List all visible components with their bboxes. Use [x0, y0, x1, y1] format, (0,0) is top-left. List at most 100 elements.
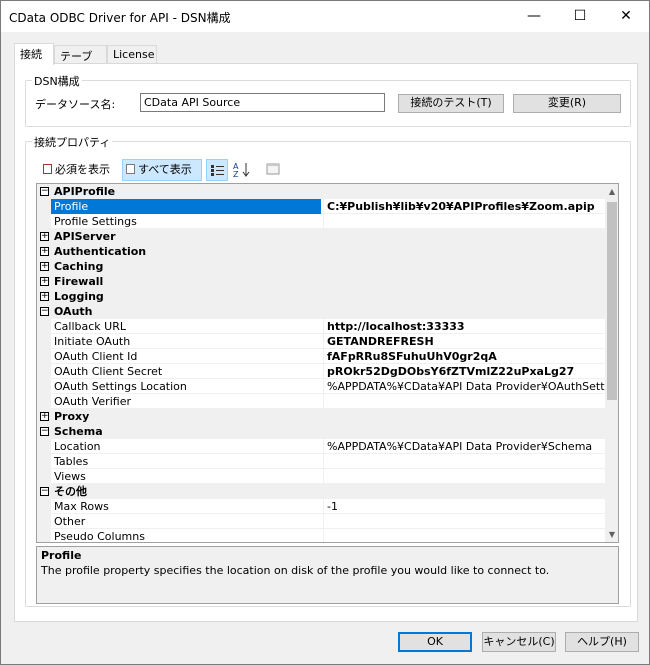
property-name: Callback URL: [54, 320, 126, 333]
help-description: The profile property specifies the locat…: [41, 564, 550, 577]
property-row[interactable]: Initiate OAuth GETANDREFRESH: [37, 334, 606, 349]
expand-icon[interactable]: +: [40, 247, 49, 256]
expand-icon[interactable]: +: [40, 262, 49, 271]
test-connection-button[interactable]: 接続のテスト(T): [398, 94, 504, 113]
show-required-button[interactable]: 必須を表示: [40, 160, 122, 182]
datasource-name-label: データソース名:: [35, 98, 116, 111]
row-gutter: [37, 334, 51, 349]
property-value[interactable]: [323, 529, 606, 542]
property-grid[interactable]: − APIProfile Profile C:¥Publish¥lib¥v20¥API…: [36, 183, 619, 543]
property-value[interactable]: [323, 394, 606, 409]
ok-button[interactable]: OK: [398, 632, 472, 652]
row-gutter: [37, 499, 51, 514]
property-value[interactable]: [323, 214, 606, 229]
expand-icon[interactable]: +: [40, 232, 49, 241]
property-row[interactable]: OAuth Client Secret pROkr52DgDObsY6fZTVml…: [37, 364, 606, 379]
row-gutter: [37, 379, 51, 394]
category-row[interactable]: + Firewall: [37, 274, 606, 289]
property-value[interactable]: %APPDATA%¥CData¥API Data Provider¥Schema: [323, 439, 606, 454]
minimize-button[interactable]: —: [511, 1, 557, 32]
help-button[interactable]: ヘルプ(H): [565, 632, 639, 652]
category-name: その他: [54, 485, 87, 498]
property-grid-scrollbar[interactable]: ▲ ▼: [605, 184, 618, 542]
property-name: Pseudo Columns: [54, 530, 145, 543]
row-gutter: [37, 319, 51, 334]
category-name: Schema: [54, 425, 103, 438]
title-bar: CData ODBC Driver for API - DSN構成 — ☐ ✕: [1, 1, 649, 32]
maximize-button[interactable]: ☐: [557, 1, 603, 32]
property-row[interactable]: Callback URL http://localhost:33333: [37, 319, 606, 334]
property-value[interactable]: %APPDATA%¥CData¥API Data Provider¥OAuthS…: [323, 379, 606, 394]
scrollbar-thumb[interactable]: [607, 202, 617, 400]
tab-license[interactable]: License: [107, 45, 157, 64]
property-row[interactable]: OAuth Client Id fAFpRRu8SFuhuUhV0gr2qA: [37, 349, 606, 364]
expand-icon[interactable]: +: [40, 277, 49, 286]
property-value[interactable]: C:¥Publish¥lib¥v20¥APIProfiles¥Zoom.apip: [323, 199, 606, 214]
collapse-icon[interactable]: −: [40, 487, 49, 496]
row-gutter: [37, 439, 51, 454]
property-name: Max Rows: [54, 500, 109, 513]
scroll-up-icon[interactable]: ▲: [605, 184, 618, 199]
property-pages-icon: [266, 163, 280, 175]
property-help-panel: Profile The profile property specifies t…: [36, 546, 619, 604]
property-row[interactable]: OAuth Verifier: [37, 394, 606, 409]
property-row[interactable]: Profile Settings: [37, 214, 606, 229]
help-title: Profile: [41, 549, 82, 562]
close-button[interactable]: ✕: [603, 1, 649, 32]
tab-tables[interactable]: テーブル: [54, 45, 107, 79]
property-name: OAuth Client Id: [54, 350, 138, 363]
cancel-button[interactable]: キャンセル(C): [482, 632, 556, 652]
category-row[interactable]: + Authentication: [37, 244, 606, 259]
property-value[interactable]: [323, 469, 606, 484]
property-name: Views: [54, 470, 86, 483]
show-all-button[interactable]: すべて表示: [122, 159, 202, 181]
property-value[interactable]: pROkr52DgDObsY6fZTVmlZ22uPxaLg27: [323, 364, 606, 379]
category-name: OAuth: [54, 305, 93, 318]
property-value[interactable]: GETANDREFRESH: [323, 334, 606, 349]
scroll-down-icon[interactable]: ▼: [605, 527, 618, 542]
category-row[interactable]: + Proxy: [37, 409, 606, 424]
datasource-name-input[interactable]: CData API Source: [140, 93, 385, 112]
category-name: Firewall: [54, 275, 104, 288]
category-row[interactable]: + Caching: [37, 259, 606, 274]
property-name: OAuth Verifier: [54, 395, 131, 408]
dsn-group-label: DSN構成: [32, 73, 82, 89]
property-value[interactable]: [323, 454, 606, 469]
collapse-icon[interactable]: −: [40, 427, 49, 436]
expand-icon[interactable]: +: [40, 292, 49, 301]
property-name: Profile Settings: [54, 215, 137, 228]
property-row[interactable]: Tables: [37, 454, 606, 469]
tab-connection[interactable]: 接続: [14, 43, 54, 65]
collapse-icon[interactable]: −: [40, 307, 49, 316]
property-row[interactable]: OAuth Settings Location %APPDATA%¥CData¥A…: [37, 379, 606, 394]
category-name: APIServer: [54, 230, 116, 243]
property-value[interactable]: -1: [323, 499, 606, 514]
property-pages-button[interactable]: [263, 159, 283, 181]
property-value[interactable]: http://localhost:33333: [323, 319, 606, 334]
category-row[interactable]: − APIProfile: [37, 184, 606, 199]
category-row[interactable]: − OAuth: [37, 304, 606, 319]
property-row[interactable]: Max Rows -1: [37, 499, 606, 514]
category-row[interactable]: + APIServer: [37, 229, 606, 244]
alphabetical-sort-button[interactable]: A Z: [230, 159, 254, 181]
property-value[interactable]: [323, 514, 606, 529]
categorized-view-button[interactable]: [206, 159, 228, 181]
property-name: Other: [54, 515, 86, 528]
expand-icon[interactable]: +: [40, 412, 49, 421]
row-gutter: [37, 454, 51, 469]
collapse-icon[interactable]: −: [40, 187, 49, 196]
property-row[interactable]: Views: [37, 469, 606, 484]
change-button[interactable]: 変更(R): [513, 94, 621, 113]
category-name: Caching: [54, 260, 104, 273]
property-name: Tables: [54, 455, 89, 468]
category-row[interactable]: − その他: [37, 484, 606, 499]
property-row[interactable]: Pseudo Columns: [37, 529, 606, 543]
property-row[interactable]: Location %APPDATA%¥CData¥API Data Provide…: [37, 439, 606, 454]
category-row[interactable]: − Schema: [37, 424, 606, 439]
category-row[interactable]: + Logging: [37, 289, 606, 304]
property-value[interactable]: fAFpRRu8SFuhuUhV0gr2qA: [323, 349, 606, 364]
property-row[interactable]: Profile C:¥Publish¥lib¥v20¥APIProfiles¥Zo…: [37, 199, 606, 214]
property-row[interactable]: Other: [37, 514, 606, 529]
row-gutter: [37, 529, 51, 542]
property-name: OAuth Client Secret: [54, 365, 163, 378]
